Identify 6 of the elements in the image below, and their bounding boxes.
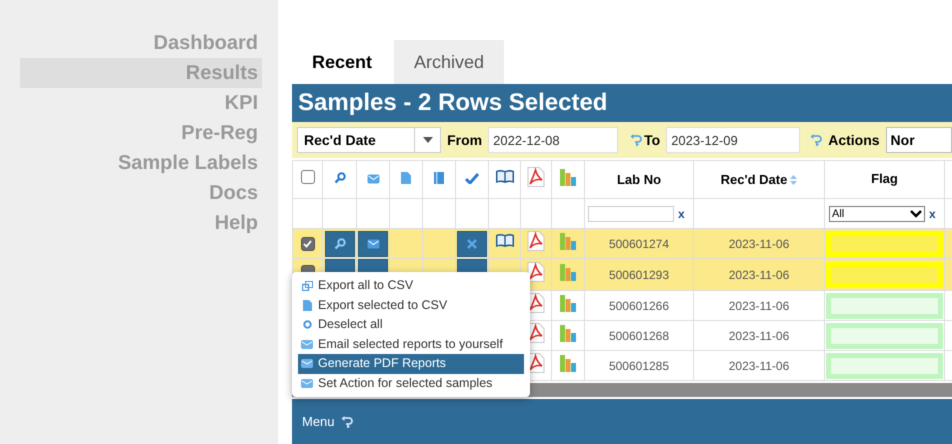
table-cell: 500601285	[584, 350, 694, 380]
panel-title: Samples - 2 Rows Selected	[292, 84, 952, 122]
from-label: From	[447, 130, 482, 150]
to-label: To	[644, 130, 660, 150]
table-cell: 2023-11-06	[694, 350, 824, 380]
actions-label: Actions	[828, 130, 880, 150]
